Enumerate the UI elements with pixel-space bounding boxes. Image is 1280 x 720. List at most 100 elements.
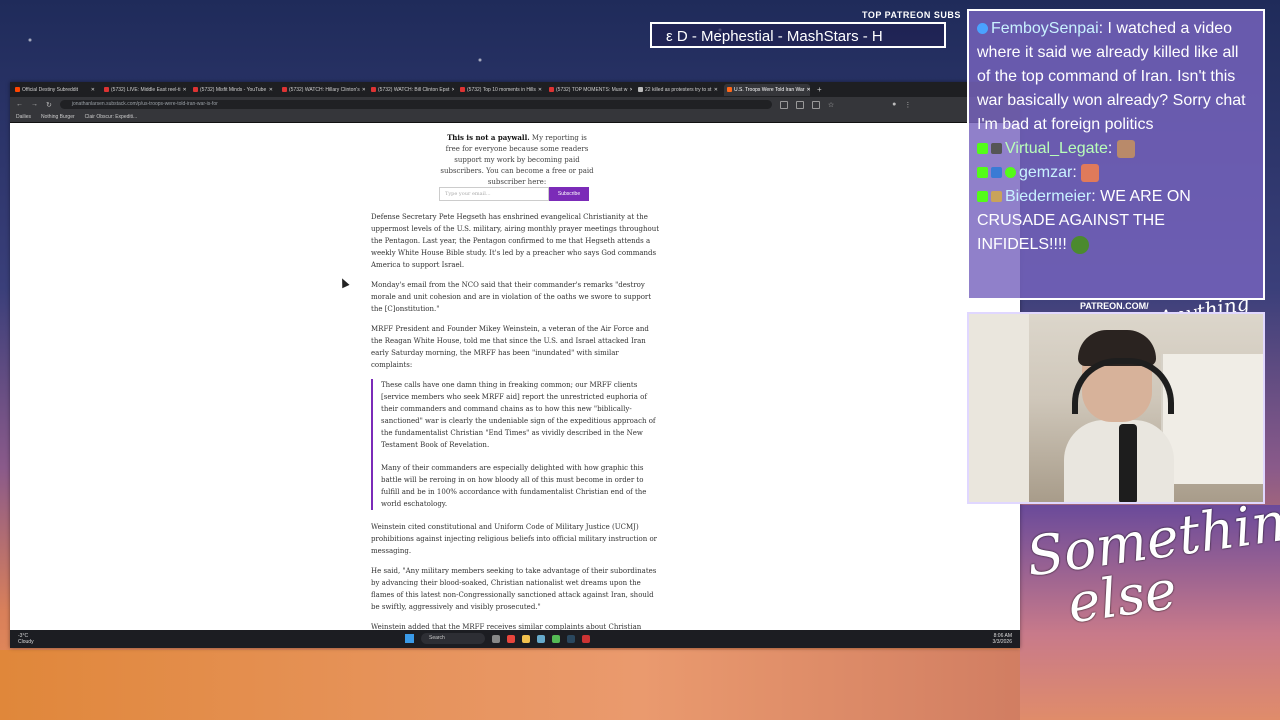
youtube-icon xyxy=(282,87,287,92)
article-paragraph: Defense Secretary Pete Hegseth has enshr… xyxy=(371,213,660,269)
close-icon[interactable]: ✕ xyxy=(451,87,454,93)
steam-icon[interactable] xyxy=(567,634,575,643)
tab-label: Official Destiny Subreddit xyxy=(22,86,79,93)
profile-icon[interactable]: ● xyxy=(892,101,896,108)
chat-message: Biedermeier: WE ARE ON CRUSADE AGAINST T… xyxy=(977,185,1255,257)
kick-badge-icon xyxy=(977,191,988,203)
quote-paragraph: Many of their commanders are especially … xyxy=(381,464,647,508)
system-clock[interactable]: 8:06 AM 3/3/2026 xyxy=(993,633,1012,645)
app-icon[interactable] xyxy=(552,634,560,643)
close-icon[interactable]: ✕ xyxy=(714,87,718,93)
close-icon[interactable]: ✕ xyxy=(91,87,95,93)
youtube-icon xyxy=(193,87,198,92)
chat-username: Biedermeier xyxy=(1005,188,1092,205)
paywall-notice: This is not a paywall. My reporting is f… xyxy=(440,132,594,188)
tab-0[interactable]: Official Destiny Subreddit ✕ xyxy=(12,84,98,96)
tab-label: (5732) LIVE: Middle East reel-ti xyxy=(111,86,181,93)
close-icon[interactable]: ✕ xyxy=(362,87,365,93)
obs-icon[interactable] xyxy=(582,634,590,643)
tab-2[interactable]: (5732) Misfit Minds - YouTube ✕ xyxy=(190,84,276,96)
kick-badge-icon xyxy=(977,167,988,179)
chrome-icon[interactable] xyxy=(507,634,515,643)
quote-paragraph: These calls have one damn thing in freak… xyxy=(381,381,656,449)
youtube-icon xyxy=(371,87,376,92)
weather-condition: Cloudy xyxy=(18,639,34,645)
extension-icon[interactable] xyxy=(779,100,788,109)
close-icon[interactable]: ✕ xyxy=(182,87,186,93)
tab-8-active[interactable]: U.S. Troops Were Told Iran War ✕ xyxy=(724,83,811,96)
chat-message: FemboySenpai: I watched a video where it… xyxy=(977,17,1255,137)
task-view-icon[interactable] xyxy=(492,634,500,643)
tab-1[interactable]: (5732) LIVE: Middle East reel-ti ✕ xyxy=(101,84,187,96)
windows-start-icon[interactable] xyxy=(405,634,414,643)
browser-window: Official Destiny Subreddit ✕ (5732) LIVE:… xyxy=(10,82,1020,648)
sub-badge-icon xyxy=(991,143,1002,155)
kick-badge-icon xyxy=(977,143,988,155)
bookmark-star-icon[interactable]: ☆ xyxy=(828,101,834,109)
bookmark-item[interactable]: Clair Obscur: Expediti... xyxy=(85,114,138,120)
tab-label: (5732) WATCH: Hillary Clinton's xyxy=(289,86,360,93)
youtube-icon xyxy=(104,87,109,92)
article-paragraph: Monday's email from the NCO said that th… xyxy=(371,281,652,313)
article-paragraph: Weinstein cited constitutional and Unifo… xyxy=(371,523,658,555)
new-tab-button[interactable]: + xyxy=(817,85,822,94)
tab-label: 22 killed as protesters try to st xyxy=(645,86,712,93)
tab-label: U.S. Troops Were Told Iran War xyxy=(734,86,805,93)
tab-7[interactable]: 22 killed as protesters try to st ✕ xyxy=(635,84,721,96)
chat-text: : xyxy=(1107,140,1113,157)
close-icon[interactable]: ✕ xyxy=(538,87,542,93)
face-emote-icon xyxy=(1116,139,1135,158)
app-icon[interactable] xyxy=(537,634,545,643)
weather-widget[interactable]: -3°C Cloudy xyxy=(18,633,34,645)
bookmark-item[interactable]: Nothing Burger xyxy=(41,114,75,120)
webcam-feed xyxy=(967,312,1265,504)
tab-label: (5732) TOP MOMENTS: Must w xyxy=(556,86,628,93)
face-emote-icon xyxy=(1081,163,1100,182)
article-body: Defense Secretary Pete Hegseth has enshr… xyxy=(371,211,661,630)
pepe-emote-icon xyxy=(1071,235,1090,254)
subs-ticker: ε D - Mephestial - MashStars - H xyxy=(650,22,946,48)
verified-badge-icon xyxy=(1005,167,1016,179)
reload-icon[interactable]: ↻ xyxy=(46,101,52,109)
sub-badge-icon xyxy=(991,191,1002,203)
paywall-heading: This is not a paywall. xyxy=(447,133,530,142)
extension-icon[interactable] xyxy=(811,100,820,109)
chat-overlay: FemboySenpai: I watched a video where it… xyxy=(967,9,1265,300)
webcam-door xyxy=(969,314,1029,502)
blockquote: These calls have one damn thing in freak… xyxy=(371,379,661,510)
url-input[interactable]: jonathanlarsen.substack.com/p/us-troops-… xyxy=(59,100,772,109)
tab-5[interactable]: (5732) Top 10 moments in Hills ✕ xyxy=(457,84,543,96)
chat-username: gemzar xyxy=(1019,164,1073,181)
windows-taskbar: -3°C Cloudy Search 8:06 AM 3/3/2026 xyxy=(10,630,1020,648)
tab-6[interactable]: (5732) TOP MOMENTS: Must w ✕ xyxy=(546,84,632,96)
close-icon[interactable]: ✕ xyxy=(269,87,273,93)
article-page: This is not a paywall. My reporting is f… xyxy=(10,123,1020,630)
microphone-icon xyxy=(1119,424,1137,502)
substack-icon xyxy=(727,87,732,92)
subscribe-button[interactable]: Subscribe xyxy=(549,187,589,201)
badge-icon xyxy=(977,23,988,35)
address-bar: ← → ↻ jonathanlarsen.substack.com/p/us-t… xyxy=(10,97,1020,112)
mouse-cursor-icon xyxy=(338,276,350,289)
tab-3[interactable]: (5732) WATCH: Hillary Clinton's ✕ xyxy=(279,84,365,96)
forward-icon[interactable]: → xyxy=(31,101,38,108)
close-icon[interactable]: ✕ xyxy=(629,87,632,93)
email-field[interactable]: Type your email... xyxy=(439,187,549,201)
back-icon[interactable]: ← xyxy=(16,101,23,108)
folder-icon[interactable] xyxy=(522,634,530,643)
tab-4[interactable]: (5732) WATCH: Bill Clinton Epst ✕ xyxy=(368,84,454,96)
tab-label: (5732) Misfit Minds - YouTube xyxy=(200,86,267,93)
sub-badge-icon xyxy=(991,167,1002,179)
extension-icon[interactable] xyxy=(795,100,804,109)
chat-message: gemzar: xyxy=(977,161,1255,185)
chat-username: Virtual_Legate xyxy=(1005,140,1108,157)
bookmark-item[interactable]: Dailies xyxy=(16,114,31,120)
menu-icon[interactable]: ⋮ xyxy=(904,101,911,109)
close-icon[interactable]: ✕ xyxy=(807,87,811,93)
tab-label: (5732) WATCH: Bill Clinton Epst xyxy=(378,86,450,93)
taskbar-search[interactable]: Search xyxy=(421,633,485,644)
bookmarks-bar: Dailies Nothing Burger Clair Obscur: Exp… xyxy=(10,112,1020,123)
tab-bar: Official Destiny Subreddit ✕ (5732) LIVE:… xyxy=(10,82,1020,97)
reddit-icon xyxy=(15,87,20,92)
clock-date: 3/3/2026 xyxy=(992,639,1012,645)
